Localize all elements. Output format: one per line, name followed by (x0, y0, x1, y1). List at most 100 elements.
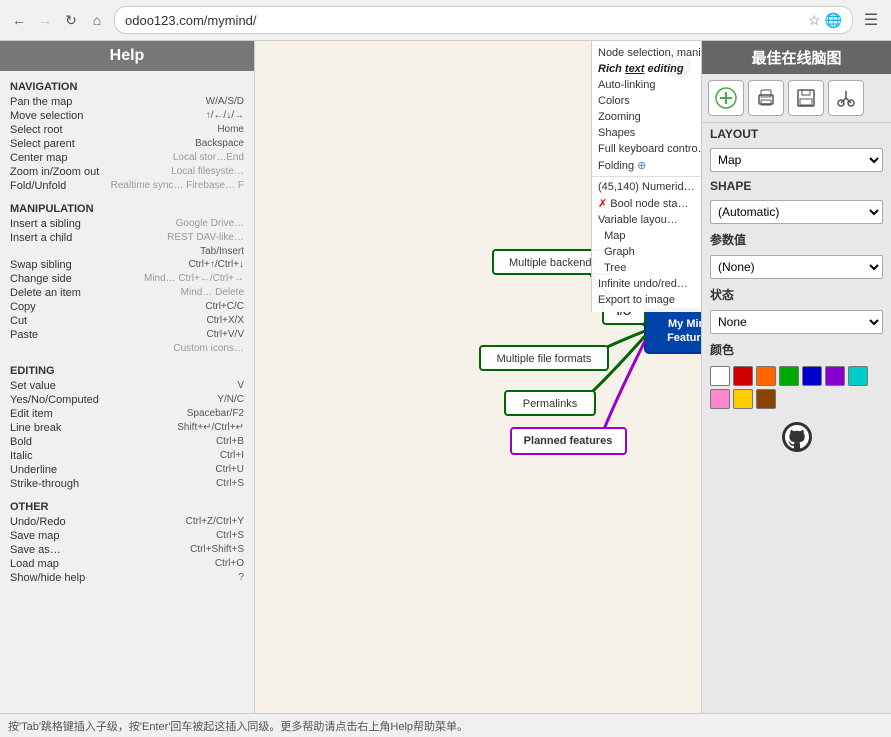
cut-button[interactable] (828, 80, 864, 116)
browser-toolbar: ← → ↻ ⌂ odoo123.com/mymind/ ☆ 🌐 ☰ (0, 0, 891, 40)
popup-item[interactable]: ✗ Bool node sta… (592, 195, 701, 212)
layout-select[interactable]: Map Tree Graph (710, 148, 883, 172)
forward-button[interactable]: → (34, 9, 56, 31)
svg-text:Multiple backends: Multiple backends (509, 257, 598, 269)
color-swatch-yellow[interactable] (733, 389, 753, 409)
popup-item[interactable]: Graph (592, 244, 701, 260)
help-row: Swap siblingCtrl+↑/Ctrl+↓ (0, 258, 254, 272)
popup-item[interactable]: Node selection, mani… (592, 45, 701, 61)
help-row: Save as…Ctrl+Shift+S (0, 543, 254, 557)
help-row: PasteCtrl+V/V (0, 328, 254, 342)
home-button[interactable]: ⌂ (86, 9, 108, 31)
svg-text:Permalinks: Permalinks (523, 398, 578, 410)
params-select[interactable]: (None) (710, 255, 883, 279)
color-swatch-white[interactable] (710, 366, 730, 386)
popup-item[interactable]: Map (592, 228, 701, 244)
help-row: UnderlineCtrl+U (0, 463, 254, 477)
state-select[interactable]: None (710, 310, 883, 334)
popup-divider (592, 176, 701, 177)
navigation-section-header: NAVIGATION (0, 75, 254, 95)
state-select-row: None (702, 307, 891, 337)
help-row: ItalicCtrl+I (0, 449, 254, 463)
github-icon[interactable] (702, 413, 891, 464)
browser-chrome: ← → ↻ ⌂ odoo123.com/mymind/ ☆ 🌐 ☰ (0, 0, 891, 41)
back-button[interactable]: ← (8, 9, 30, 31)
popup-item[interactable]: (45,140) Numerid… (592, 179, 701, 195)
colors-row (702, 362, 891, 413)
popup-item-rich-text[interactable]: Rich text editing (592, 61, 701, 77)
color-swatch-red[interactable] (733, 366, 753, 386)
help-row: CopyCtrl+C/C (0, 300, 254, 314)
add-node-button[interactable] (708, 80, 744, 116)
color-swatch-orange[interactable] (756, 366, 776, 386)
color-swatch-purple[interactable] (825, 366, 845, 386)
popup-item-colors[interactable]: Colors (592, 93, 701, 109)
help-row: Show/hide help? (0, 571, 254, 585)
address-text: odoo123.com/mymind/ (125, 13, 802, 28)
right-panel: 最佳在线脑图 LAYOUT Map Tree Graph SHAPE (701, 41, 891, 713)
help-row: Insert a siblingGoogle Drive… (0, 217, 254, 231)
help-row: Delete an itemMind… Delete (0, 286, 254, 300)
help-row: Save mapCtrl+S (0, 529, 254, 543)
reload-button[interactable]: ↻ (60, 9, 82, 31)
extensions-button[interactable]: ☰ (859, 8, 883, 32)
help-row: Set valueV (0, 379, 254, 393)
manipulation-section-header: MANIPULATION (0, 197, 254, 217)
mindmap-area[interactable]: ? My Mind Features Basic fea (255, 41, 701, 713)
nav-buttons: ← → ↻ ⌂ (8, 9, 108, 31)
help-row: Undo/RedoCtrl+Z/Ctrl+Y (0, 515, 254, 529)
help-row: Fold/UnfoldRealtime sync… Firebase… F (0, 179, 254, 193)
layout-label: LAYOUT (702, 123, 891, 145)
help-row: Load mapCtrl+O (0, 557, 254, 571)
color-swatch-pink[interactable] (710, 389, 730, 409)
popup-item[interactable]: Folding ⊕ (592, 157, 701, 174)
help-row: Select rootHome (0, 123, 254, 137)
help-row: Center mapLocal stor…End (0, 151, 254, 165)
popup-item[interactable]: Variable layou… (592, 212, 701, 228)
browser-toolbar-icons: ☰ (859, 8, 883, 32)
help-title: Help (0, 41, 254, 71)
print-button[interactable] (748, 80, 784, 116)
address-bar[interactable]: odoo123.com/mymind/ ☆ 🌐 (114, 6, 853, 34)
popup-item[interactable]: Infinite undo/red… (592, 276, 701, 292)
shape-select[interactable]: (Automatic) Rectangle Ellipse (710, 200, 883, 224)
popup-item[interactable]: Auto-linking (592, 77, 701, 93)
color-swatch-blue[interactable] (802, 366, 822, 386)
bookmark-icon[interactable]: ☆ (808, 12, 821, 29)
help-panel: Help NAVIGATION Pan the mapW/A/S/D Move … (0, 41, 255, 713)
popup-item[interactable]: Shapes (592, 125, 701, 141)
help-row: Move selection↑/←/↓/→ (0, 109, 254, 123)
shape-select-row: (Automatic) Rectangle Ellipse (702, 197, 891, 227)
right-panel-toolbar (702, 74, 891, 123)
save-button[interactable] (788, 80, 824, 116)
help-row: Select parentBackspace (0, 137, 254, 151)
help-row: Pan the mapW/A/S/D (0, 95, 254, 109)
help-row: CutCtrl+X/X (0, 314, 254, 328)
popup-item[interactable]: Zooming (592, 109, 701, 125)
svg-text:Multiple file formats: Multiple file formats (497, 353, 592, 365)
mindmap-popup: Node selection, mani… Rich text editing … (591, 41, 701, 312)
main-content: Help NAVIGATION Pan the mapW/A/S/D Move … (0, 41, 891, 713)
popup-item[interactable]: Full keyboard contro… (592, 141, 701, 157)
translate-icon[interactable]: 🌐 (825, 12, 842, 29)
editing-section-header: EDITING (0, 359, 254, 379)
state-label: 状态 (702, 282, 891, 307)
help-row: Change sideMind… Ctrl+←/Ctrl+→ (0, 272, 254, 286)
shape-label: SHAPE (702, 175, 891, 197)
help-row: Tab/Insert (0, 245, 254, 258)
params-label: 参数值 (702, 227, 891, 252)
popup-item-export[interactable]: Export to image (592, 292, 701, 308)
help-row: Zoom in/Zoom outLocal filesyste… (0, 165, 254, 179)
help-row: Custom icons… (0, 342, 254, 355)
popup-item[interactable]: Tree (592, 260, 701, 276)
status-bar: 按'Tab'跳格键插入子级，按'Enter'回车被起这插入同级。更多帮助请点击右… (0, 713, 891, 737)
right-panel-title: 最佳在线脑图 (702, 41, 891, 74)
color-swatch-cyan[interactable] (848, 366, 868, 386)
color-swatch-green[interactable] (779, 366, 799, 386)
help-row: Line breakShift+↵/Ctrl+↵ (0, 421, 254, 435)
help-row: Insert a childREST DAV-like… (0, 231, 254, 245)
address-icons: ☆ 🌐 (808, 12, 842, 29)
color-label: 颜色 (702, 337, 891, 362)
color-swatch-brown[interactable] (756, 389, 776, 409)
help-row: Edit itemSpacebar/F2 (0, 407, 254, 421)
